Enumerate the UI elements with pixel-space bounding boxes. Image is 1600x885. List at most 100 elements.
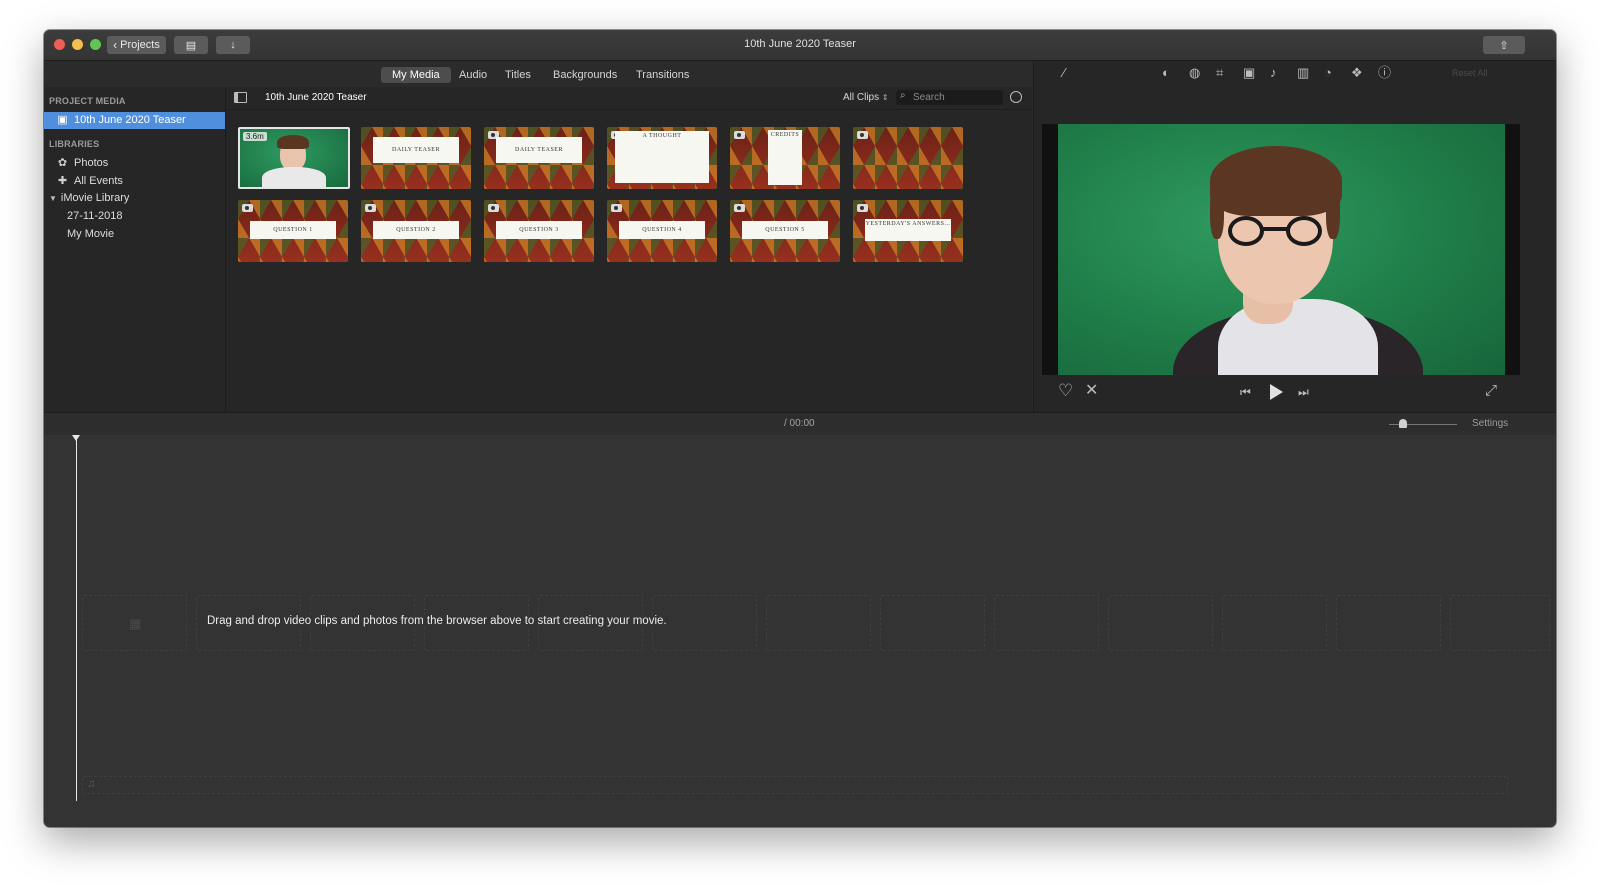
search-placeholder: Search [913, 92, 945, 103]
title-card-text: YESTERDAY'S ANSWERS... [865, 219, 951, 241]
info-icon[interactable]: ⓘ [1378, 66, 1391, 80]
tab-backgrounds[interactable]: Backgrounds [542, 67, 628, 83]
media-browser: 10th June 2020 Teaser All Clips ⇕ ⌕ Sear… [226, 87, 1032, 412]
title-bar: ‹ Projects ▤ ↓ 10th June 2020 Teaser ⇧ [44, 30, 1556, 61]
browser-title: 10th June 2020 Teaser [265, 92, 367, 103]
title-card-text: QUESTION 1 [250, 221, 336, 239]
tab-audio[interactable]: Audio [448, 67, 498, 83]
drop-hint-text: Drag and drop video clips and photos fro… [203, 615, 671, 627]
camera-icon [857, 204, 868, 212]
clip-title[interactable]: DAILY TEASER [361, 127, 471, 189]
timeline-settings-button[interactable]: Settings [1472, 418, 1508, 429]
glasses-shape [1228, 216, 1264, 246]
sidebar-item-event-date[interactable]: 27-11-2018 [67, 210, 122, 222]
placeholder-slot [1450, 595, 1550, 651]
camera-icon [857, 131, 868, 139]
camera-icon [611, 204, 622, 212]
title-card-text: QUESTION 5 [742, 221, 828, 239]
crop-icon[interactable]: ⌗ [1216, 66, 1223, 80]
reject-icon[interactable]: ✕ [1085, 383, 1098, 399]
video-preview[interactable] [1042, 124, 1520, 375]
title-card-text: QUESTION 4 [619, 221, 705, 239]
placeholder-slot: ▦ [82, 595, 187, 651]
title-card-text: QUESTION 2 [373, 221, 459, 239]
skip-back-icon[interactable]: ⏮ [1240, 385, 1251, 399]
clip-title[interactable]: CREDITS [730, 127, 840, 189]
clip-title[interactable]: DAILY TEASER [484, 127, 594, 189]
placeholder-slot [994, 595, 1099, 651]
color-correction-icon[interactable]: ◍ [1189, 66, 1200, 80]
sidebar-item-photos[interactable]: ✿ Photos [57, 157, 108, 169]
zoom-slider-knob[interactable] [1398, 419, 1407, 428]
clip-background[interactable] [853, 127, 963, 189]
film-icon: ▦ [129, 616, 142, 631]
title-card-text: DAILY TEASER [496, 137, 582, 163]
stabilization-icon[interactable]: ▣ [1243, 66, 1255, 80]
gear-icon[interactable] [1010, 91, 1022, 103]
volume-icon[interactable]: ♪ [1270, 66, 1277, 80]
clip-title[interactable]: QUESTION 4 [607, 200, 717, 262]
window-title: 10th June 2020 Teaser [744, 38, 856, 50]
sidebar-item-project-label[interactable]: ▣ 10th June 2020 Teaser [57, 113, 185, 126]
speed-icon[interactable]: ◔ [1324, 66, 1332, 80]
clip-filter-icon[interactable]: ❖ [1351, 66, 1363, 80]
clip-video[interactable]: 3.6m [238, 127, 350, 189]
libraries-sidebar: PROJECT MEDIA ▣ 10th June 2020 Teaser LI… [44, 87, 226, 412]
equalizer-icon[interactable]: ▥ [1297, 66, 1309, 80]
title-card-text: DAILY TEASER [373, 137, 459, 163]
clip-title[interactable]: QUESTION 5 [730, 200, 840, 262]
placeholder-slot [1108, 595, 1213, 651]
video-frame [1058, 124, 1505, 375]
heart-icon[interactable]: ♡ [1058, 382, 1073, 399]
sidebar-item-my-movie[interactable]: My Movie [67, 228, 114, 240]
photos-label: Photos [74, 157, 109, 169]
title-card-text: A THOUGHT [615, 131, 709, 183]
clip-title[interactable]: QUESTION 3 [484, 200, 594, 262]
share-button[interactable]: ⇧ [1483, 36, 1525, 54]
placeholder-slot [880, 595, 985, 651]
clip-filter-select[interactable]: All Clips ⇕ [843, 92, 889, 103]
imovie-library-label: iMovie Library [60, 192, 130, 204]
title-card-text: CREDITS [768, 130, 802, 185]
timeline[interactable]: ▦ Drag and drop video clips and photos f… [44, 435, 1556, 827]
tab-transitions[interactable]: Transitions [625, 67, 700, 83]
tab-titles[interactable]: Titles [494, 67, 542, 83]
timeline-header: / 00:00 Settings [44, 412, 1556, 436]
placeholder-slot [1222, 595, 1327, 651]
music-note-icon: ♫ [87, 778, 96, 790]
browser-header: 10th June 2020 Teaser All Clips ⇕ ⌕ Sear… [226, 87, 1032, 110]
playhead-handle[interactable] [72, 435, 80, 441]
clapper-icon: ▣ [57, 113, 68, 126]
clip-title[interactable]: A THOUGHT [607, 127, 717, 189]
media-tab-bar: My Media Audio Titles Backgrounds Transi… [44, 61, 1054, 87]
sidebar-item-imovie-library[interactable]: ▼ iMovie Library [49, 192, 129, 204]
sidebar-toggle-icon[interactable] [234, 92, 247, 103]
libraries-heading: LIBRARIES [49, 139, 100, 149]
clip-title[interactable]: YESTERDAY'S ANSWERS... [853, 200, 963, 262]
star-icon: ✚ [57, 174, 68, 187]
camera-icon [734, 204, 745, 212]
clip-title[interactable]: QUESTION 1 [238, 200, 348, 262]
skip-forward-icon[interactable]: ⏭ [1298, 385, 1309, 399]
viewer-panel: ⁄ ◐ ◍ ⌗ ▣ ♪ ▥ ◔ ❖ ⓘ Reset All ♡ ✕ ⏮ ⏭ ⤢ [1033, 61, 1556, 412]
timecode-display: / 00:00 [784, 418, 815, 429]
sidebar-item-all-events[interactable]: ✚ All Events [57, 175, 123, 187]
play-icon[interactable] [1270, 384, 1283, 400]
fullscreen-icon[interactable]: ⤢ [1485, 383, 1497, 398]
playhead[interactable] [76, 435, 77, 801]
color-balance-icon[interactable]: ◐ [1162, 66, 1170, 80]
photos-icon: ✿ [57, 156, 68, 169]
disclosure-triangle-icon[interactable]: ▼ [49, 194, 57, 203]
camera-icon [734, 131, 745, 139]
imovie-window: ‹ Projects ▤ ↓ 10th June 2020 Teaser ⇧ M… [44, 30, 1556, 827]
reset-all-button[interactable]: Reset All [1452, 68, 1488, 78]
magic-wand-icon[interactable]: ⁄ [1063, 66, 1065, 80]
updown-arrows-icon: ⇕ [881, 93, 889, 102]
camera-icon [488, 204, 499, 212]
tab-my-media[interactable]: My Media [381, 67, 451, 83]
search-field[interactable]: ⌕ Search [896, 90, 1003, 105]
clip-title[interactable]: QUESTION 2 [361, 200, 471, 262]
music-track[interactable]: ♫ [82, 776, 1508, 794]
person-hair-shape [1210, 146, 1342, 216]
camera-icon [365, 204, 376, 212]
